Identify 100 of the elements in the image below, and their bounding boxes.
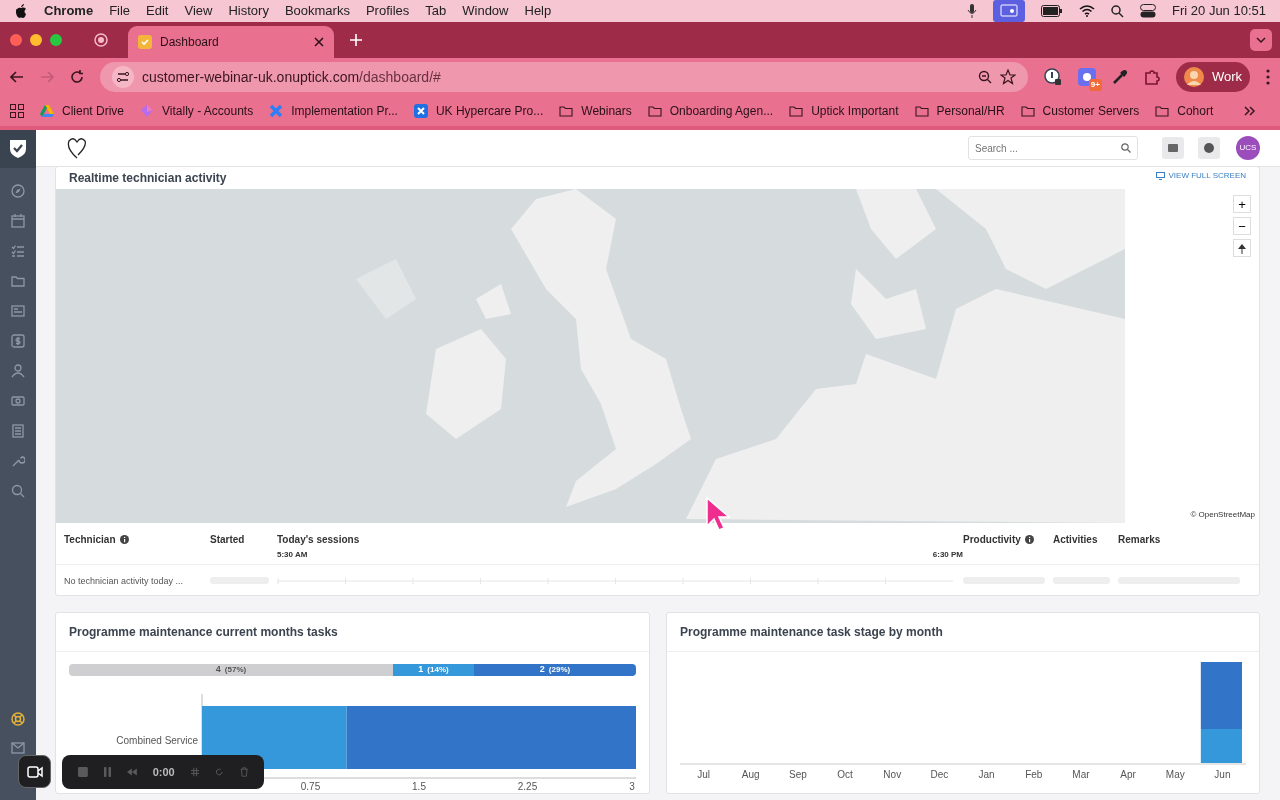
recording-timer: 0:00 (152, 764, 175, 780)
folder-icon (1155, 104, 1170, 118)
close-icon[interactable] (314, 37, 324, 47)
address-bar[interactable]: customer-webinar-uk.onuptick.com/dashboard/# (100, 62, 1028, 92)
battery-icon[interactable] (1041, 5, 1064, 17)
menu-item[interactable]: Help (524, 1, 552, 21)
microphone-icon[interactable] (967, 4, 978, 18)
north-arrow-icon (1238, 244, 1246, 255)
folder-icon (559, 104, 574, 118)
reload-icon[interactable] (70, 70, 84, 84)
calendar-icon[interactable] (11, 214, 25, 228)
month-label: Sep (789, 769, 807, 780)
app-menu[interactable]: Chrome (44, 1, 94, 21)
clock: Fri 20 Jun 10:51 (1172, 2, 1266, 21)
start-time: 5:30 AM (277, 549, 308, 561)
maximize-window-button[interactable] (50, 34, 62, 46)
browser-tab[interactable]: Dashboard (128, 26, 334, 58)
card-title: Programme maintenance task stage by month (667, 613, 1259, 652)
menu-item[interactable]: Window (462, 1, 509, 21)
menu-item[interactable]: File (109, 1, 131, 21)
stop-icon[interactable] (78, 765, 88, 779)
column-header: Productivity (963, 533, 1021, 547)
bookmark[interactable]: Personal/HR (914, 102, 1005, 120)
password-icon[interactable] (1043, 68, 1062, 86)
bookmark[interactable]: Vitally - Accounts (140, 102, 254, 120)
profile-button[interactable]: Work (1175, 62, 1250, 92)
folder-icon (647, 104, 662, 118)
category-label: Combined Service (116, 735, 198, 746)
eyedropper-icon[interactable] (1111, 69, 1128, 85)
grid-icon[interactable] (190, 766, 200, 778)
id-card-icon[interactable] (11, 304, 25, 318)
checklist-icon[interactable] (11, 244, 25, 258)
banknote-icon[interactable] (11, 394, 25, 408)
record-icon[interactable] (94, 33, 108, 47)
menu-item[interactable]: View (184, 1, 213, 21)
card-title: Realtime technician activity (69, 170, 227, 187)
lifebuoy-icon[interactable] (11, 712, 25, 726)
more-bookmarks-icon[interactable] (1244, 106, 1256, 116)
heart-logo-icon[interactable] (66, 136, 88, 160)
search-icon[interactable] (1111, 4, 1125, 18)
puzzle-icon[interactable] (1143, 69, 1160, 85)
user-avatar[interactable]: UCS (1236, 136, 1260, 160)
month-label: Mar (1072, 769, 1090, 780)
apps-grid-icon[interactable] (10, 104, 24, 118)
month-label: Oct (837, 769, 853, 780)
bookmark[interactable]: Uptick Important (789, 102, 899, 120)
month-label: Jan (978, 769, 995, 780)
bookmark[interactable]: Webinars (559, 102, 632, 120)
zoom-in-button[interactable]: + (1233, 195, 1251, 213)
pause-icon[interactable] (103, 765, 111, 779)
zoom-out-button[interactable]: − (1233, 217, 1251, 235)
video-camera-icon (26, 765, 43, 778)
cursor-icon (705, 496, 731, 532)
menu-item[interactable]: Edit (146, 1, 169, 21)
full-screen-link[interactable]: VIEW FULL SCREEN (1155, 169, 1246, 182)
search-icon[interactable] (1121, 143, 1131, 153)
bookmark[interactable]: Cohort (1155, 102, 1214, 120)
month-label: Nov (883, 769, 902, 780)
column-header: Activities (1053, 533, 1098, 547)
bookmark[interactable]: Onboarding Agen... (647, 102, 774, 120)
end-time: 6:30 PM (932, 549, 963, 561)
menu-item[interactable]: Profiles (365, 1, 410, 21)
document-icon[interactable] (11, 424, 25, 438)
tab-list-icon[interactable] (1250, 29, 1272, 51)
bookmark[interactable]: UK Hypercare Pro... (413, 102, 544, 120)
shield-check-icon[interactable] (9, 139, 27, 159)
camera-button[interactable] (18, 755, 51, 788)
restart-icon[interactable] (215, 766, 224, 778)
zoom-icon[interactable] (977, 70, 992, 84)
menu-item[interactable]: Tab (425, 1, 447, 21)
wifi-icon[interactable] (1079, 5, 1096, 17)
tick-label: 3 (629, 781, 635, 792)
screen-share-icon[interactable] (993, 0, 1026, 22)
folder-icon[interactable] (11, 274, 25, 288)
close-window-button[interactable] (10, 34, 22, 46)
person-icon[interactable] (11, 364, 25, 378)
column-header: Remarks (1118, 533, 1161, 547)
star-icon[interactable] (999, 69, 1016, 85)
bookmark[interactable]: Implementation Pr... (269, 102, 398, 120)
monitor-icon (1155, 171, 1165, 180)
back-icon[interactable] (10, 71, 24, 83)
trash-icon[interactable] (239, 765, 248, 779)
minimize-window-button[interactable] (30, 34, 42, 46)
drive-icon (40, 104, 54, 118)
bookmark[interactable]: Client Drive (40, 102, 124, 120)
month-label: Dec (930, 769, 949, 780)
new-tab-icon[interactable] (350, 34, 362, 46)
rewind-icon[interactable] (126, 767, 137, 777)
compass-icon[interactable] (11, 184, 25, 198)
compass-button[interactable] (1233, 239, 1251, 257)
menu-item[interactable]: History (228, 1, 269, 21)
search-field[interactable]: Search ... (968, 136, 1138, 160)
menu-item[interactable]: Bookmarks (284, 1, 350, 21)
tick-label: 2.25 (517, 781, 538, 792)
dollar-icon[interactable] (11, 334, 25, 348)
more-icon[interactable] (1266, 69, 1270, 85)
toggle-icon[interactable] (1140, 4, 1157, 18)
folder-icon (1020, 104, 1035, 118)
bookmark[interactable]: Customer Servers (1020, 102, 1140, 120)
envelope-icon[interactable] (11, 742, 25, 754)
